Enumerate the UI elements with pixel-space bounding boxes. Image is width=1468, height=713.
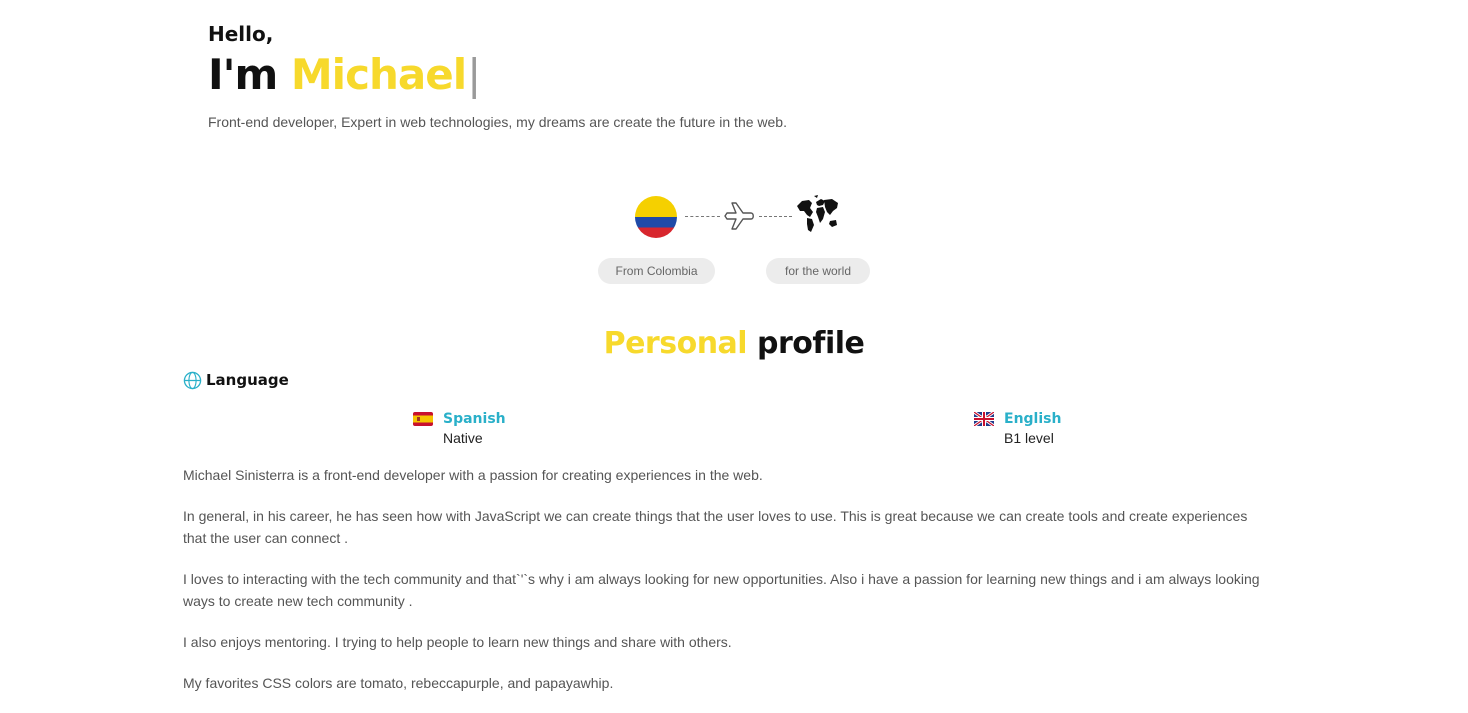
- section-title: Personal profile: [0, 324, 1468, 364]
- colombia-flag-icon: [635, 196, 677, 238]
- language-item-spanish: Spanish Native: [413, 409, 506, 446]
- journey-graphic: [630, 192, 850, 244]
- bio-paragraph: In general, in his career, he has seen h…: [183, 508, 1248, 546]
- dashed-line: [759, 216, 792, 217]
- language-level: Native: [443, 430, 483, 446]
- section-title-highlight: Personal: [603, 326, 748, 361]
- language-name: English: [1004, 411, 1062, 427]
- uk-flag-icon: [974, 412, 994, 426]
- language-level: B1 level: [1004, 430, 1054, 446]
- hero-heading: I'm Michael|: [208, 50, 787, 100]
- world-map-icon: [797, 195, 838, 232]
- language-name: Spanish: [443, 411, 506, 427]
- language-item-english: English B1 level: [974, 409, 1061, 446]
- hero-section: Hello, I'm Michael| Front-end developer,…: [208, 20, 787, 130]
- typing-cursor: |: [467, 50, 481, 99]
- origin-pill: From Colombia: [598, 258, 715, 284]
- section-title-rest: profile: [757, 326, 865, 361]
- language-heading: Language: [183, 368, 289, 392]
- spain-flag-icon: [413, 412, 433, 426]
- dashed-line: [685, 216, 720, 217]
- bio-paragraph: I also enjoys mentoring. I trying to hel…: [183, 634, 732, 650]
- profile-bio: Michael Sinisterra is a front-end develo…: [183, 464, 1273, 713]
- bio-paragraph: I loves to interacting with the tech com…: [183, 571, 1260, 609]
- language-heading-label: Language: [206, 371, 289, 389]
- airplane-icon: [724, 202, 754, 230]
- destination-pill: for the world: [766, 258, 870, 284]
- globe-icon: [183, 371, 202, 389]
- bio-paragraph: My favorites CSS colors are tomato, rebe…: [183, 675, 614, 691]
- intro-prefix: I'm: [208, 50, 278, 99]
- bio-paragraph: Michael Sinisterra is a front-end develo…: [183, 467, 763, 483]
- hero-tagline: Front-end developer, Expert in web techn…: [208, 114, 787, 130]
- hero-name: Michael: [290, 50, 467, 99]
- greeting: Hello,: [208, 22, 274, 46]
